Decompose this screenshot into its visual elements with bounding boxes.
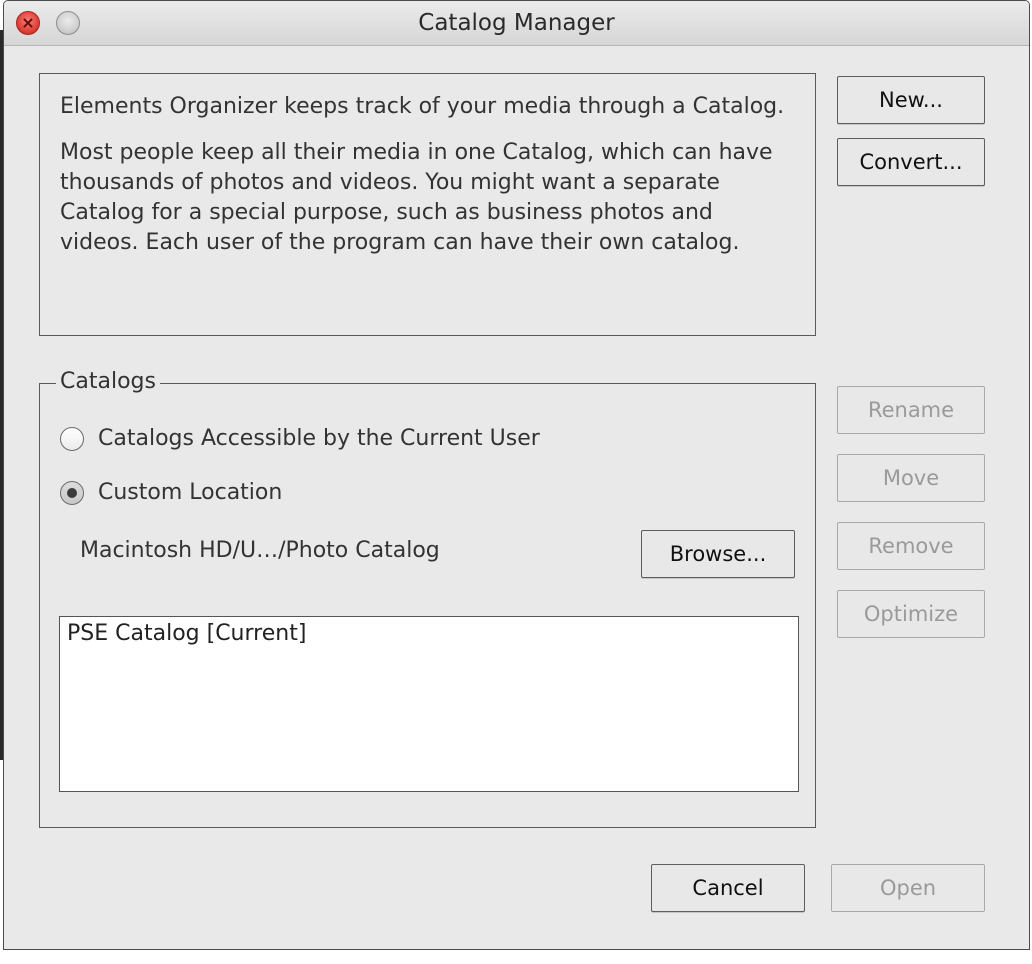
radio-label-custom-location: Custom Location [98, 480, 283, 505]
radio-button-current-user[interactable] [60, 426, 84, 451]
new-button[interactable]: New... [837, 76, 985, 124]
convert-button[interactable]: Convert... [837, 138, 985, 186]
move-button[interactable]: Move [837, 454, 985, 502]
location-path: Macintosh HD/U…/Photo Catalog [80, 538, 440, 563]
radio-custom-location[interactable]: Custom Location [60, 480, 282, 505]
info-panel: Elements Organizer keeps track of your m… [39, 73, 816, 336]
remove-button[interactable]: Remove [837, 522, 985, 570]
catalog-list[interactable]: PSE Catalog [Current] [59, 616, 799, 792]
window-title: Catalog Manager [418, 10, 615, 36]
catalogs-legend: Catalogs [56, 369, 160, 394]
info-paragraph-2: Most people keep all their media in one … [60, 140, 773, 255]
radio-label-current-user: Catalogs Accessible by the Current User [98, 426, 540, 451]
title-bar: Catalog Manager [4, 1, 1029, 46]
rename-button[interactable]: Rename [837, 386, 985, 434]
radio-current-user[interactable]: Catalogs Accessible by the Current User [60, 426, 540, 451]
info-paragraph-1: Elements Organizer keeps track of your m… [60, 94, 785, 119]
open-button[interactable]: Open [831, 864, 985, 912]
cancel-button[interactable]: Cancel [651, 864, 805, 912]
list-item[interactable]: PSE Catalog [Current] [67, 620, 791, 648]
optimize-button[interactable]: Optimize [837, 590, 985, 638]
radio-button-custom-location[interactable] [60, 480, 84, 505]
browse-button[interactable]: Browse... [641, 530, 795, 578]
